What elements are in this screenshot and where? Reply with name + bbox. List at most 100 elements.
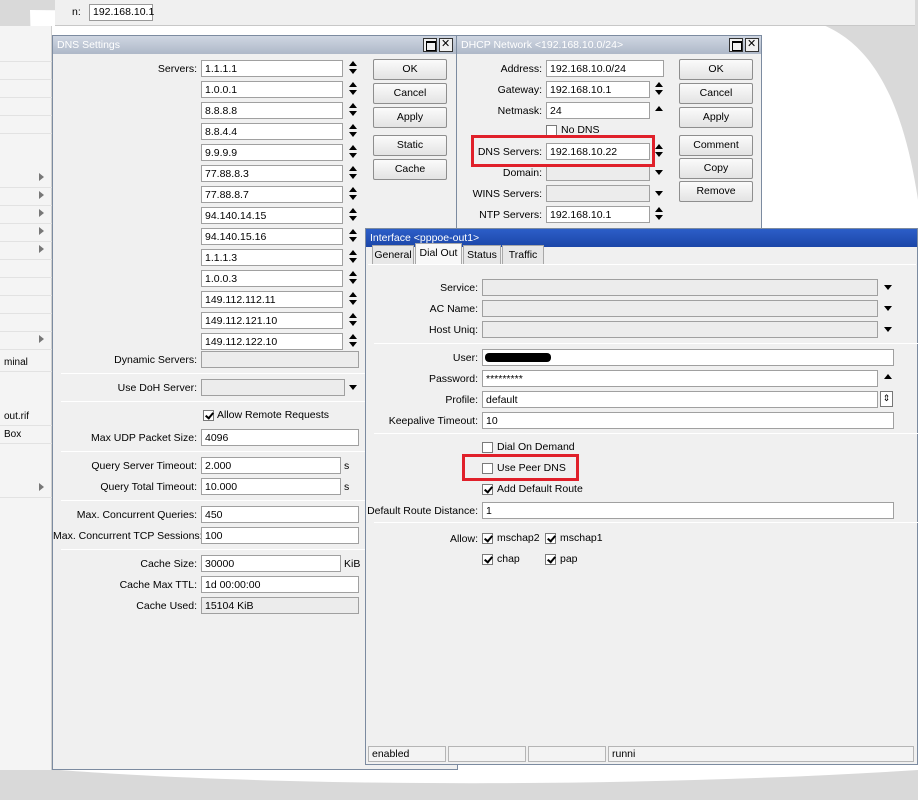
dropdown-arrow-icon[interactable] xyxy=(348,383,358,393)
dhcp-remove-button[interactable]: Remove xyxy=(679,181,753,202)
tab-dial-out[interactable]: Dial Out xyxy=(415,243,462,264)
add-remove-icon[interactable] xyxy=(348,207,358,223)
profile-select-icon[interactable]: ⇕ xyxy=(880,391,893,407)
close-icon[interactable] xyxy=(745,37,759,52)
dropdown-arrow-icon[interactable] xyxy=(883,283,893,293)
add-remove-icon[interactable] xyxy=(348,186,358,202)
dial-on-demand-checkbox[interactable] xyxy=(482,442,493,453)
dns-server-field[interactable]: 1.1.1.3 xyxy=(201,249,343,266)
pap-checkbox[interactable] xyxy=(545,554,556,565)
ntp-servers-field[interactable]: 192.168.10.1 xyxy=(546,206,650,223)
dns-server-field[interactable]: 94.140.15.16 xyxy=(201,228,343,245)
dropdown-arrow-icon[interactable] xyxy=(883,325,893,335)
sidebar-row[interactable] xyxy=(0,206,52,224)
sidebar-row[interactable] xyxy=(0,188,52,206)
add-remove-icon[interactable] xyxy=(348,60,358,76)
dns-server-field[interactable]: 1.0.0.1 xyxy=(201,81,343,98)
sidebar-row[interactable] xyxy=(0,296,52,314)
dropdown-arrow-icon[interactable] xyxy=(883,304,893,314)
add-remove-icon[interactable] xyxy=(654,81,664,97)
query-total-timeout-field[interactable]: 10.000 xyxy=(201,478,341,495)
sidebar-row[interactable] xyxy=(0,62,52,80)
add-remove-icon[interactable] xyxy=(348,312,358,328)
dhcp-cancel-button[interactable]: Cancel xyxy=(679,83,753,104)
add-remove-icon[interactable] xyxy=(348,228,358,244)
dns-cancel-button[interactable]: Cancel xyxy=(373,83,447,104)
sidebar-row[interactable] xyxy=(0,314,52,332)
tab-status[interactable]: Status xyxy=(463,245,501,264)
add-remove-icon[interactable] xyxy=(348,249,358,265)
sidebar-row[interactable] xyxy=(0,98,52,116)
expand-arrow-icon[interactable] xyxy=(654,168,664,178)
sidebar-row[interactable] xyxy=(0,116,52,134)
sidebar-row[interactable] xyxy=(0,80,52,98)
dhcp-apply-button[interactable]: Apply xyxy=(679,107,753,128)
add-remove-icon[interactable] xyxy=(348,165,358,181)
add-remove-icon[interactable] xyxy=(348,291,358,307)
address-field[interactable]: 192.168.10.0/24 xyxy=(546,60,664,77)
allow-remote-requests-checkbox[interactable] xyxy=(203,410,214,421)
wins-servers-field[interactable] xyxy=(546,185,650,202)
max-concurrent-tcp-field[interactable]: 100 xyxy=(201,527,359,544)
password-field[interactable]: ********* xyxy=(482,370,878,387)
sidebar-row[interactable] xyxy=(0,260,52,278)
dns-server-field[interactable]: 8.8.4.4 xyxy=(201,123,343,140)
max-concurrent-queries-field[interactable]: 450 xyxy=(201,506,359,523)
tab-traffic[interactable]: Traffic xyxy=(502,245,544,264)
host-uniq-field[interactable] xyxy=(482,321,878,338)
sidebar-item-box[interactable]: Box xyxy=(0,426,52,444)
sidebar-row[interactable] xyxy=(0,480,52,498)
add-remove-icon[interactable] xyxy=(654,143,664,159)
collapse-arrow-icon[interactable] xyxy=(883,372,893,382)
maximize-icon[interactable] xyxy=(729,38,743,52)
expand-arrow-icon[interactable] xyxy=(654,189,664,199)
max-udp-field[interactable]: 4096 xyxy=(201,429,359,446)
profile-field[interactable]: default xyxy=(482,391,878,408)
sidebar-item-file[interactable]: out.rif xyxy=(0,408,52,426)
add-default-route-checkbox[interactable] xyxy=(482,484,493,495)
ac-name-field[interactable] xyxy=(482,300,878,317)
dhcp-ok-button[interactable]: OK xyxy=(679,59,753,80)
user-field[interactable] xyxy=(482,349,894,366)
dhcp-comment-button[interactable]: Comment xyxy=(679,135,753,156)
cache-max-ttl-field[interactable]: 1d 00:00:00 xyxy=(201,576,359,593)
sidebar-row[interactable] xyxy=(0,278,52,296)
dns-server-field[interactable]: 149.112.112.11 xyxy=(201,291,343,308)
dns-cache-button[interactable]: Cache xyxy=(373,159,447,180)
dns-apply-button[interactable]: Apply xyxy=(373,107,447,128)
dns-server-field[interactable]: 149.112.122.10 xyxy=(201,333,343,350)
dns-server-field[interactable]: 77.88.8.7 xyxy=(201,186,343,203)
dns-server-field[interactable]: 1.1.1.1 xyxy=(201,60,343,77)
dns-ok-button[interactable]: OK xyxy=(373,59,447,80)
query-server-timeout-field[interactable]: 2.000 xyxy=(201,457,341,474)
maximize-icon[interactable] xyxy=(423,38,437,52)
netmask-field[interactable]: 24 xyxy=(546,102,650,119)
add-remove-icon[interactable] xyxy=(654,206,664,222)
default-route-distance-field[interactable]: 1 xyxy=(482,502,894,519)
sidebar-row[interactable] xyxy=(0,332,52,350)
add-remove-icon[interactable] xyxy=(348,144,358,160)
top-address-field[interactable]: 192.168.10.1 xyxy=(89,4,154,21)
sidebar-row[interactable] xyxy=(0,170,52,188)
add-remove-icon[interactable] xyxy=(348,333,358,349)
close-icon[interactable] xyxy=(439,37,453,52)
add-remove-icon[interactable] xyxy=(348,102,358,118)
add-remove-icon[interactable] xyxy=(348,81,358,97)
tab-general[interactable]: General xyxy=(372,245,414,264)
dns-static-button[interactable]: Static xyxy=(373,135,447,156)
sidebar-row[interactable] xyxy=(0,224,52,242)
chap-checkbox[interactable] xyxy=(482,554,493,565)
dns-server-field[interactable]: 77.88.8.3 xyxy=(201,165,343,182)
dhcp-copy-button[interactable]: Copy xyxy=(679,158,753,179)
cache-size-field[interactable]: 30000 xyxy=(201,555,341,572)
mschap1-checkbox[interactable] xyxy=(545,533,556,544)
mschap2-checkbox[interactable] xyxy=(482,533,493,544)
gateway-field[interactable]: 192.168.10.1 xyxy=(546,81,650,98)
dns-server-field[interactable]: 1.0.0.3 xyxy=(201,270,343,287)
service-field[interactable] xyxy=(482,279,878,296)
keepalive-timeout-field[interactable]: 10 xyxy=(482,412,894,429)
sidebar-row[interactable] xyxy=(0,242,52,260)
doh-server-field[interactable] xyxy=(201,379,345,396)
sidebar-item-terminal[interactable]: minal xyxy=(0,354,52,372)
dns-server-field[interactable]: 94.140.14.15 xyxy=(201,207,343,224)
